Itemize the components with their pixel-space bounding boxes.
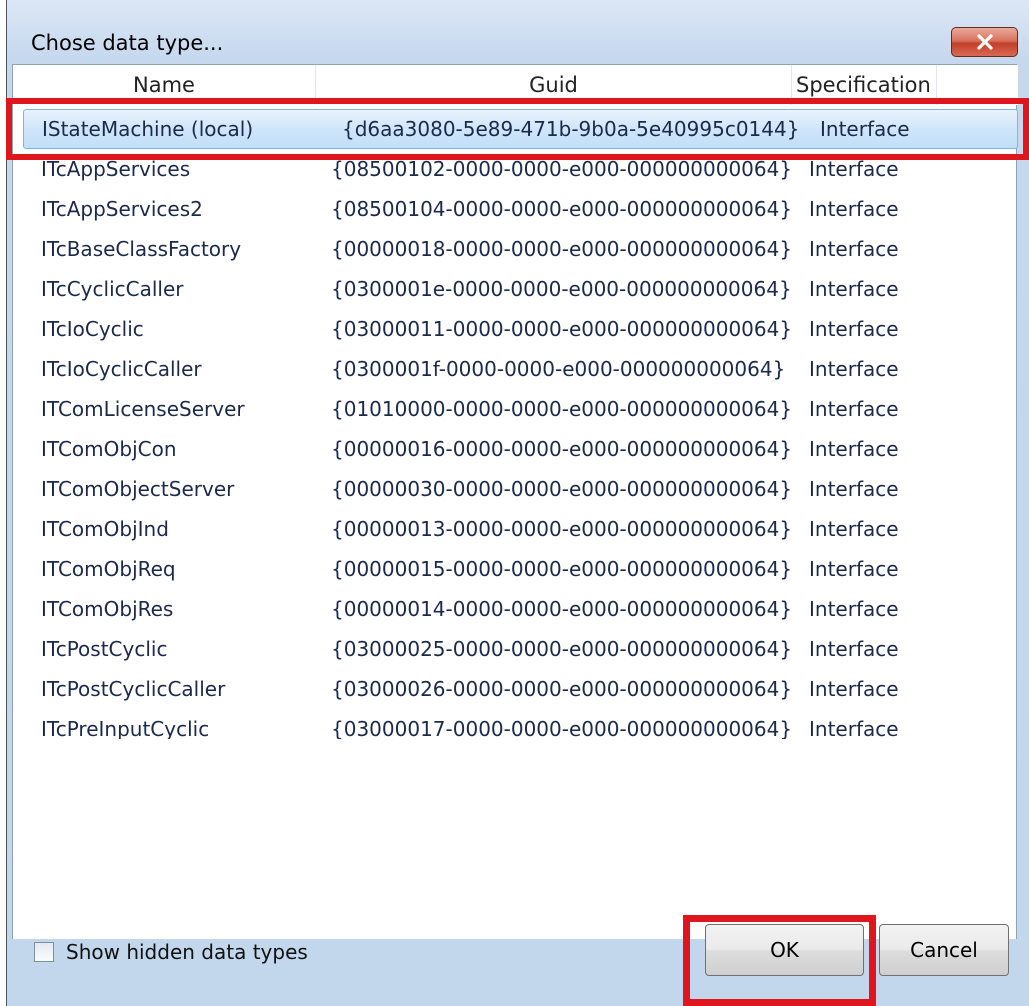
row-name-cell: ITcIoCyclic bbox=[41, 317, 144, 341]
table-row[interactable]: ITcPostCyclicCaller {03000026-0000-0000-e… bbox=[13, 669, 1018, 709]
row-name-cell: ITComLicenseServer bbox=[41, 397, 245, 421]
row-guid-cell: {03000025-0000-0000-e000-000000000064} bbox=[331, 637, 793, 661]
table-row[interactable]: ITComObjCon {00000016-0000-0000-e000-0000… bbox=[13, 429, 1018, 469]
row-name-cell: ITComObjCon bbox=[41, 437, 177, 461]
table-row[interactable]: ITComObjRes {00000014-0000-0000-e000-0000… bbox=[13, 589, 1018, 629]
row-guid-cell: {08500104-0000-0000-e000-000000000064} bbox=[331, 197, 793, 221]
row-guid-cell: {00000014-0000-0000-e000-000000000064} bbox=[331, 597, 793, 621]
row-guid-cell: {00000013-0000-0000-e000-000000000064} bbox=[331, 517, 793, 541]
row-name-cell: ITcBaseClassFactory bbox=[41, 237, 242, 261]
row-name-cell: ITcPreInputCyclic bbox=[41, 717, 210, 741]
row-guid-cell: {00000015-0000-0000-e000-000000000064} bbox=[331, 557, 793, 581]
row-specification-cell: Interface bbox=[809, 477, 899, 501]
row-guid-cell: {d6aa3080-5e89-471b-9b0a-5e40995c0144} bbox=[342, 117, 800, 141]
row-name-cell: ITcPostCyclicCaller bbox=[41, 677, 226, 701]
table-row[interactable]: ITcAppServices {08500102-0000-0000-e000-0… bbox=[13, 149, 1018, 189]
row-specification-cell: Interface bbox=[809, 157, 899, 181]
row-guid-cell: {03000026-0000-0000-e000-000000000064} bbox=[331, 677, 793, 701]
row-name-cell: ITcAppServices bbox=[41, 157, 191, 181]
table-row[interactable]: ITComObjInd {00000013-0000-0000-e000-0000… bbox=[13, 509, 1018, 549]
table-row[interactable]: ITcBaseClassFactory {00000018-0000-0000-e… bbox=[13, 229, 1018, 269]
row-name-cell: ITcAppServices2 bbox=[41, 197, 203, 221]
title-bar[interactable]: Chose data type... bbox=[7, 0, 1029, 62]
row-specification-cell: Interface bbox=[809, 677, 899, 701]
dialog-footer: Show hidden data types OK Cancel bbox=[12, 904, 1017, 998]
row-guid-cell: {03000011-0000-0000-e000-000000000064} bbox=[331, 317, 793, 341]
show-hidden-label: Show hidden data types bbox=[66, 940, 308, 964]
table-row[interactable]: ITComObjectServer {00000030-0000-0000-e00… bbox=[13, 469, 1018, 509]
row-guid-cell: {0300001f-0000-0000-e000-000000000064} bbox=[331, 357, 786, 381]
cancel-button[interactable]: Cancel bbox=[879, 924, 1009, 976]
row-guid-cell: {03000017-0000-0000-e000-000000000064} bbox=[331, 717, 793, 741]
show-hidden-toggle[interactable]: Show hidden data types bbox=[34, 940, 308, 964]
ok-button[interactable]: OK bbox=[705, 924, 864, 976]
row-specification-cell: Interface bbox=[809, 277, 899, 301]
row-guid-cell: {00000030-0000-0000-e000-000000000064} bbox=[331, 477, 793, 501]
row-guid-cell: {00000016-0000-0000-e000-000000000064} bbox=[331, 437, 793, 461]
row-name-cell: ITcIoCyclicCaller bbox=[41, 357, 202, 381]
table-row-selected[interactable]: IStateMachine (local) {d6aa3080-5e89-471b… bbox=[23, 109, 1018, 149]
row-specification-cell: Interface bbox=[809, 237, 899, 261]
row-specification-cell: Interface bbox=[809, 637, 899, 661]
table-row[interactable]: ITcIoCyclicCaller {0300001f-0000-0000-e00… bbox=[13, 349, 1018, 389]
row-specification-cell: Interface bbox=[809, 197, 899, 221]
table-row[interactable]: ITcCyclicCaller {0300001e-0000-0000-e000-… bbox=[13, 269, 1018, 309]
show-hidden-checkbox[interactable] bbox=[34, 942, 54, 962]
row-name-cell: ITcPostCyclic bbox=[41, 637, 168, 661]
dialog-title: Chose data type... bbox=[31, 31, 224, 55]
row-name-cell: IStateMachine (local) bbox=[42, 117, 254, 141]
row-name-cell: ITComObjInd bbox=[41, 517, 169, 541]
row-guid-cell: {00000018-0000-0000-e000-000000000064} bbox=[331, 237, 793, 261]
row-specification-cell: Interface bbox=[809, 317, 899, 341]
table-row[interactable]: ITComObjReq {00000015-0000-0000-e000-0000… bbox=[13, 549, 1018, 589]
row-name-cell: ITComObjRes bbox=[41, 597, 174, 621]
row-guid-cell: {01010000-0000-0000-e000-000000000064} bbox=[331, 397, 793, 421]
row-specification-cell: Interface bbox=[809, 717, 899, 741]
row-specification-cell: Interface bbox=[809, 517, 899, 541]
row-specification-cell: Interface bbox=[809, 437, 899, 461]
table-row[interactable]: ITcIoCyclic {03000011-0000-0000-e000-0000… bbox=[13, 309, 1018, 349]
row-name-cell: ITComObjectServer bbox=[41, 477, 235, 501]
row-specification-cell: Interface bbox=[809, 397, 899, 421]
column-header-name[interactable]: Name bbox=[13, 65, 316, 105]
table-row[interactable]: ITcPostCyclic {03000025-0000-0000-e000-00… bbox=[13, 629, 1018, 669]
row-guid-cell: {0300001e-0000-0000-e000-000000000064} bbox=[331, 277, 792, 301]
column-header-specification[interactable]: Specification bbox=[792, 65, 937, 105]
row-specification-cell: Interface bbox=[809, 357, 899, 381]
row-guid-cell: {08500102-0000-0000-e000-000000000064} bbox=[331, 157, 793, 181]
table-row[interactable]: ITcAppServices2 {08500104-0000-0000-e000-… bbox=[13, 189, 1018, 229]
row-specification-cell: Interface bbox=[809, 597, 899, 621]
row-specification-cell: Interface bbox=[809, 557, 899, 581]
close-icon bbox=[976, 34, 993, 50]
table-row[interactable]: ITComLicenseServer {01010000-0000-0000-e0… bbox=[13, 389, 1018, 429]
row-name-cell: ITComObjReq bbox=[41, 557, 176, 581]
row-name-cell: ITcCyclicCaller bbox=[41, 277, 184, 301]
row-specification-cell: Interface bbox=[820, 117, 910, 141]
list-header: Name Guid Specification bbox=[13, 65, 1018, 105]
close-button[interactable] bbox=[951, 27, 1018, 57]
column-header-guid[interactable]: Guid bbox=[316, 65, 792, 105]
data-type-list[interactable]: Name Guid Specification IStateMachine (l… bbox=[12, 64, 1018, 861]
